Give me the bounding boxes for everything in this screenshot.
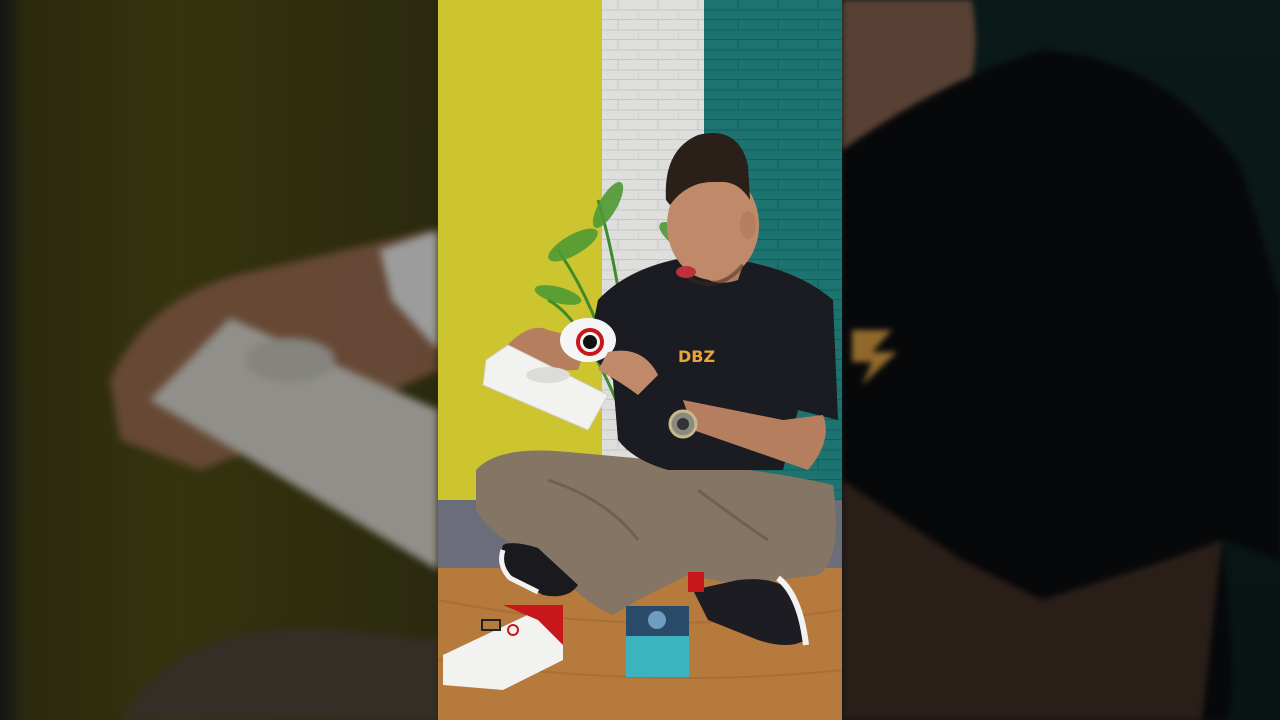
- right-blurred-backdrop: [842, 0, 1280, 720]
- shirt-logo-text: DBZ: [678, 347, 715, 366]
- video-frame: DBZ: [438, 0, 842, 720]
- left-blurred-backdrop: [0, 0, 438, 720]
- scene-illustration: DBZ: [438, 0, 842, 720]
- left-backdrop-dim: [0, 0, 438, 720]
- right-backdrop-dim: [842, 0, 1280, 720]
- teal-box: [626, 606, 689, 677]
